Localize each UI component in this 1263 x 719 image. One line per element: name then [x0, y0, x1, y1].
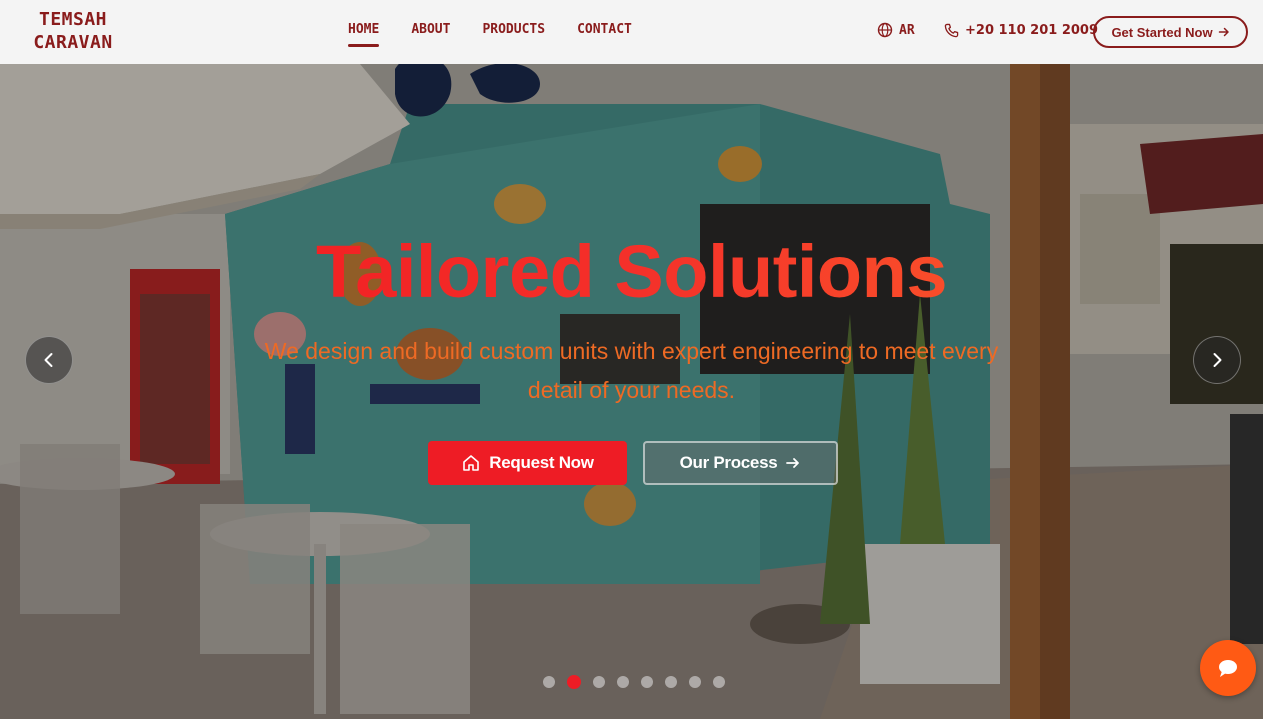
carousel-dot-1[interactable]: [543, 676, 555, 688]
carousel-dot-2[interactable]: [567, 675, 581, 689]
home-icon: [463, 455, 480, 471]
nav-contact[interactable]: CONTACT: [577, 22, 632, 47]
carousel-dot-4[interactable]: [617, 676, 629, 688]
hero-title: Tailored Solutions: [0, 232, 1263, 312]
chat-button[interactable]: [1200, 640, 1256, 696]
site-header: TEMSAH CARAVAN HOME ABOUT PRODUCTS CONTA…: [0, 0, 1263, 64]
globe-icon: [877, 22, 893, 38]
language-label: AR: [899, 22, 915, 38]
carousel-dot-3[interactable]: [593, 676, 605, 688]
our-process-button[interactable]: Our Process: [643, 441, 838, 485]
carousel-dot-6[interactable]: [665, 676, 677, 688]
logo-line-2: CARAVAN: [33, 32, 113, 53]
carousel-dot-8[interactable]: [713, 676, 725, 688]
hero-subtitle: We design and build custom units with ex…: [264, 338, 999, 403]
get-started-label: Get Started Now: [1111, 24, 1213, 40]
logo-line-1: TEMSAH: [38, 9, 108, 30]
hero-carousel: Tailored Solutions We design and build c…: [0, 64, 1263, 719]
get-started-button[interactable]: Get Started Now: [1093, 16, 1248, 48]
request-now-label: Request Now: [489, 453, 594, 472]
chat-bubble-icon: [1219, 660, 1237, 677]
carousel-dot-7[interactable]: [689, 676, 701, 688]
arrow-right-icon: [786, 458, 800, 468]
chevron-left-icon: [44, 353, 53, 367]
carousel-prev-button[interactable]: [25, 336, 73, 384]
logo[interactable]: TEMSAH CARAVAN: [32, 8, 114, 54]
phone-link[interactable]: +20 110 201 2009: [944, 23, 1098, 38]
carousel-dot-5[interactable]: [641, 676, 653, 688]
phone-number: +20 110 201 2009: [965, 23, 1099, 38]
arrow-right-icon: [1218, 27, 1229, 37]
nav-about[interactable]: ABOUT: [411, 22, 450, 47]
main-nav: HOME ABOUT PRODUCTS CONTACT: [348, 22, 632, 47]
language-switch[interactable]: AR: [877, 22, 915, 38]
nav-home[interactable]: HOME: [348, 22, 380, 47]
phone-icon: [944, 23, 959, 38]
our-process-label: Our Process: [679, 453, 778, 472]
carousel-indicators: [543, 675, 725, 689]
nav-products[interactable]: PRODUCTS: [482, 22, 545, 47]
carousel-next-button[interactable]: [1193, 336, 1241, 384]
chevron-right-icon: [1213, 353, 1222, 367]
request-now-button[interactable]: Request Now: [428, 441, 627, 485]
